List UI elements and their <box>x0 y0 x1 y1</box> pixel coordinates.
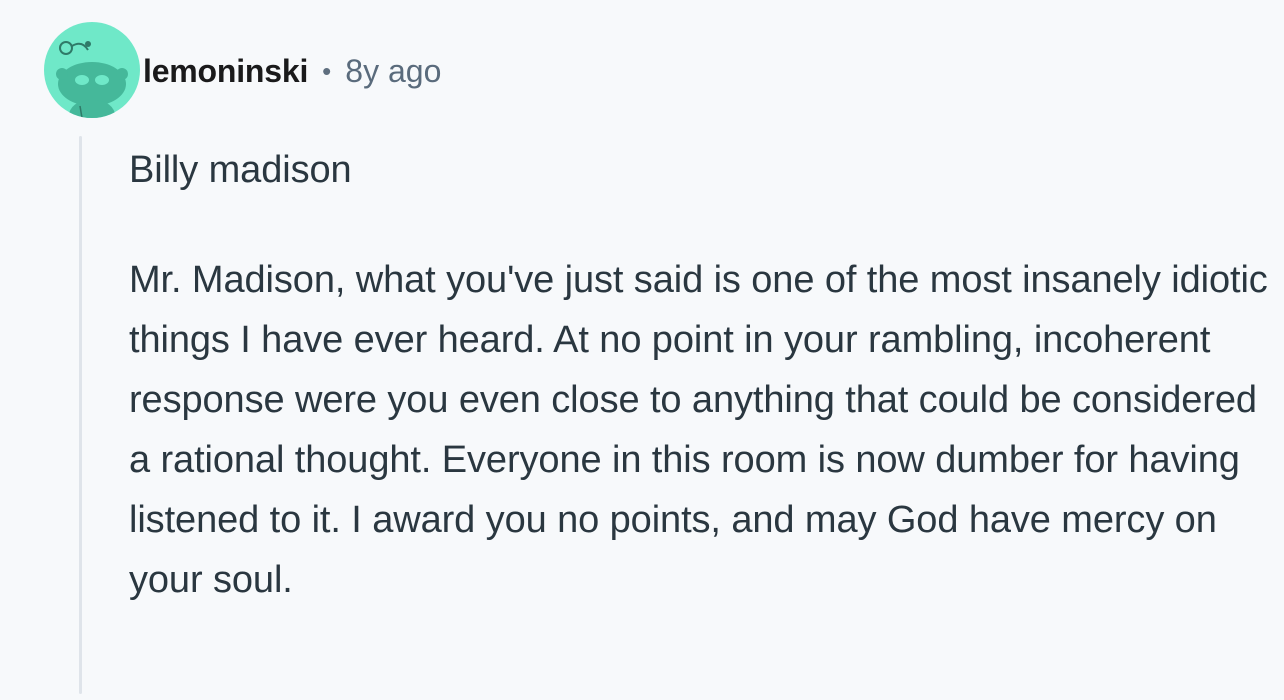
comment-paragraph: Mr. Madison, what you've just said is on… <box>129 259 1268 601</box>
comment-header: lemoninski • 8y ago <box>143 50 441 92</box>
thread-line[interactable] <box>79 136 82 694</box>
separator-dot: • <box>322 56 332 86</box>
snoo-avatar-icon <box>56 41 128 118</box>
comment-body: Billy madison Mr. Madison, what you've j… <box>129 140 1269 610</box>
avatar[interactable] <box>44 22 140 118</box>
comment: lemoninski • 8y ago Billy madison Mr. Ma… <box>0 0 1284 700</box>
comment-paragraph: Billy madison <box>129 149 352 191</box>
username[interactable]: lemoninski <box>143 53 308 90</box>
timestamp[interactable]: 8y ago <box>345 53 441 90</box>
